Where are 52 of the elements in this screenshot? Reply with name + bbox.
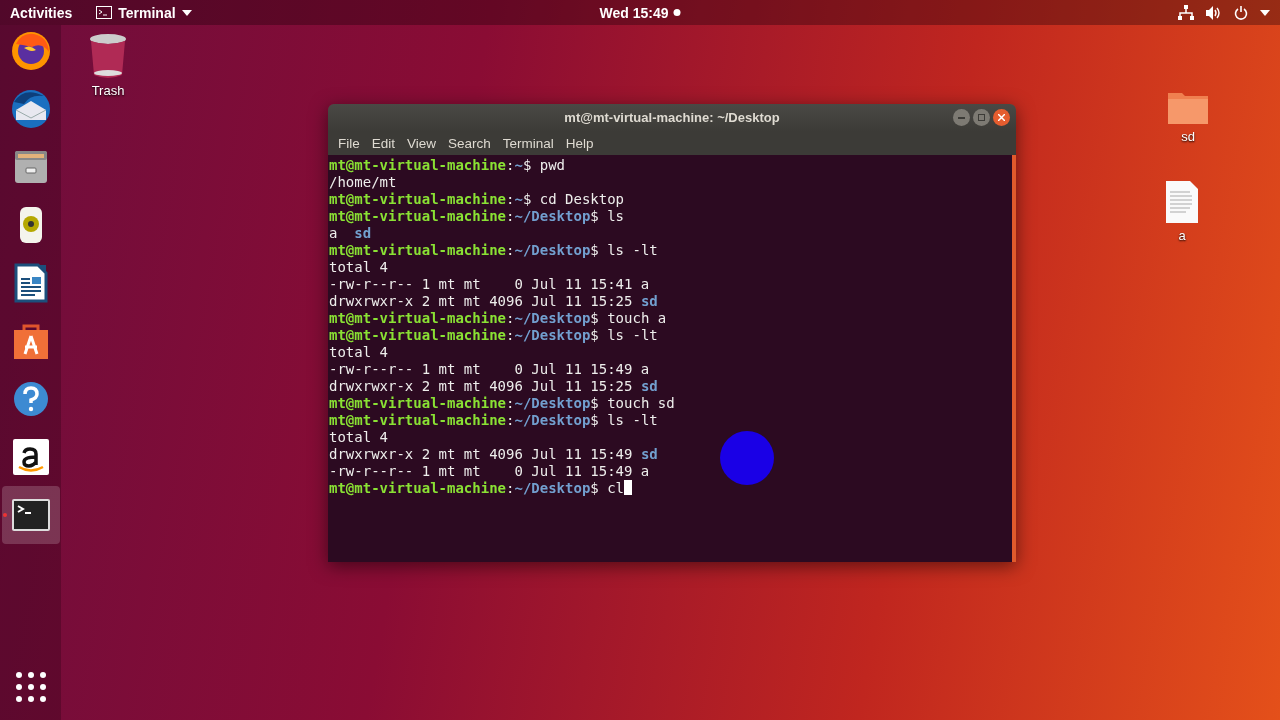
terminal-line: a sd xyxy=(329,225,373,242)
icon-label: sd xyxy=(1181,129,1195,144)
app-menu[interactable]: Terminal xyxy=(96,4,192,21)
terminal-line: -rw-r--r-- 1 mt mt 0 Jul 11 15:41 a xyxy=(329,276,651,293)
power-icon[interactable] xyxy=(1234,5,1248,20)
terminal-icon xyxy=(96,6,113,19)
terminal-line: drwxrwxr-x 2 mt mt 4096 Jul 11 15:25 sd xyxy=(329,293,659,310)
terminal-line: drwxrwxr-x 2 mt mt 4096 Jul 11 15:49 sd xyxy=(329,446,659,463)
menu-item[interactable]: File xyxy=(332,135,366,151)
icon-label: Trash xyxy=(91,83,125,98)
clock[interactable]: Wed 15:49 xyxy=(599,4,681,21)
document-icon[interactable] xyxy=(1164,180,1200,224)
app-grid-icon[interactable] xyxy=(15,672,46,702)
menu-item[interactable]: Search xyxy=(442,135,497,151)
fox-globe-icon xyxy=(9,30,52,72)
activities-button[interactable]: Activities xyxy=(10,4,73,21)
terminal-line: mt@mt-virtual-machine:~$ pwd xyxy=(329,157,567,174)
terminal-line: drwxrwxr-x 2 mt mt 4096 Jul 11 15:25 sd xyxy=(329,378,659,395)
caret-icon xyxy=(181,9,192,16)
network-icon[interactable] xyxy=(1178,5,1194,20)
close-icon xyxy=(998,114,1005,121)
terminal-line: total 4 xyxy=(329,259,389,276)
menu-item[interactable]: View xyxy=(401,135,443,151)
minimize-button[interactable] xyxy=(953,109,970,126)
terminal-line: -rw-r--r-- 1 mt mt 0 Jul 11 15:49 a xyxy=(329,361,651,378)
window-title: mt@mt-virtual-machine: ~/Desktop xyxy=(564,110,780,125)
terminal-line: mt@mt-virtual-machine:~/Desktop$ touch sd xyxy=(329,395,676,412)
terminal-line: mt@mt-virtual-machine:~/Desktop$ ls xyxy=(329,208,626,225)
terminal-line: mt@mt-virtual-machine:~/Desktop$ cl xyxy=(329,480,1012,497)
volume-icon[interactable] xyxy=(1206,5,1222,20)
menu-item[interactable]: Edit xyxy=(365,135,402,151)
terminal-line: -rw-r--r-- 1 mt mt 0 Jul 11 15:49 a xyxy=(329,463,651,480)
menu-item[interactable]: Help xyxy=(559,135,600,151)
terminal-line: mt@mt-virtual-machine:~/Desktop$ ls -lt xyxy=(329,327,659,344)
bird-envelope-icon xyxy=(9,88,52,130)
terminal-line: mt@mt-virtual-machine:~/Desktop$ ls -lt xyxy=(329,412,659,429)
terminal-line: /home/mt xyxy=(329,174,398,191)
icon-label: a xyxy=(1178,228,1186,243)
caret-icon[interactable] xyxy=(1260,9,1270,16)
minimize-icon xyxy=(958,116,965,119)
scrollbar[interactable] xyxy=(1012,155,1016,562)
terminal-line: mt@mt-virtual-machine:~/Desktop$ ls -lt xyxy=(329,242,659,259)
trash-can-icon[interactable] xyxy=(88,33,128,79)
pointer-highlight-icon xyxy=(719,430,775,486)
close-button[interactable] xyxy=(993,109,1010,126)
terminal-line: mt@mt-virtual-machine:~/Desktop$ touch a xyxy=(329,310,668,327)
maximize-icon xyxy=(978,114,985,121)
terminal-line: total 4 xyxy=(329,429,389,446)
terminal-line: mt@mt-virtual-machine:~$ cd Desktop xyxy=(329,191,626,208)
dock-item[interactable] xyxy=(1,486,60,544)
menu-item[interactable]: Terminal xyxy=(496,135,560,151)
terminal-line: total 4 xyxy=(329,344,389,361)
